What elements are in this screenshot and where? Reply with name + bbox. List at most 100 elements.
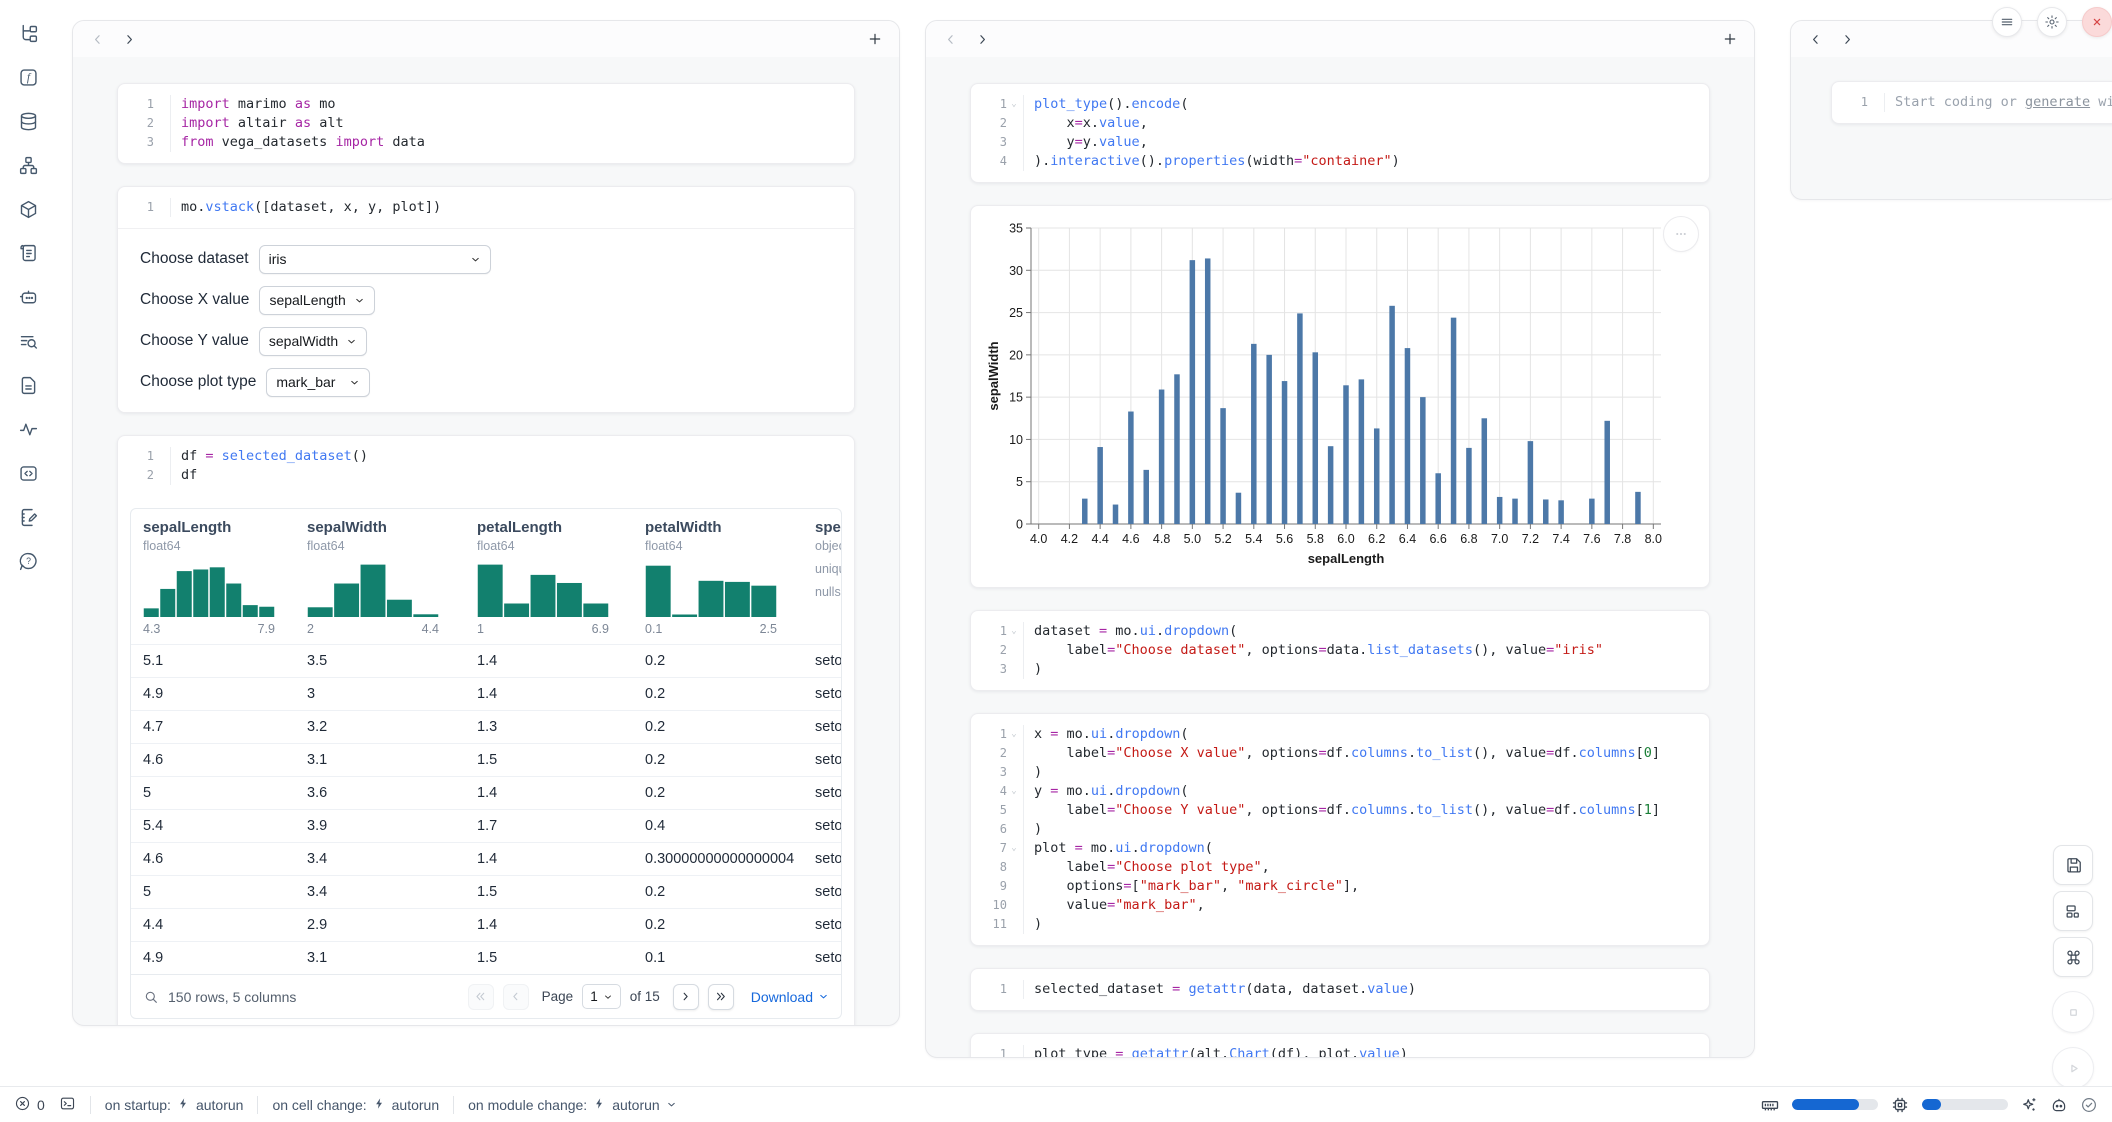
code-line[interactable]: 2df (118, 466, 854, 485)
code-editor[interactable]: 1import marimo as mo2import altair as al… (118, 84, 854, 163)
editor-placeholder[interactable]: Start coding or generate with (1884, 93, 2112, 112)
hierarchy-icon[interactable] (13, 150, 43, 180)
ai-sparkles-button[interactable] (2020, 1096, 2038, 1114)
column-name[interactable]: sepalWidth (307, 519, 453, 536)
code-line[interactable]: 1⌄x = mo.ui.dropdown( (971, 725, 1709, 744)
cell-plot-type[interactable]: 1plot_type = getattr(alt.Chart(df), plot… (970, 1033, 1710, 1058)
code-line[interactable]: 4).interactive().properties(width="conta… (971, 152, 1709, 171)
notebook-edit-icon[interactable] (13, 502, 43, 532)
run-mode-3[interactable]: on module change:autorun (468, 1097, 677, 1113)
table-row[interactable]: 4.931.40.2setos (131, 677, 841, 710)
search-list-icon[interactable] (13, 326, 43, 356)
code-editor[interactable]: 1df = selected_dataset()2df (118, 436, 854, 496)
choose-plot-type-select[interactable]: mark_bar (266, 368, 370, 397)
settings-button[interactable] (2037, 7, 2067, 37)
table-row[interactable]: 4.93.11.50.1setos (131, 941, 841, 974)
document-icon[interactable] (13, 370, 43, 400)
table-row[interactable]: 5.13.51.40.2setos (131, 644, 841, 677)
code-editor[interactable]: 1selected_dataset = getattr(data, datase… (971, 969, 1709, 1010)
cell-empty[interactable]: 1 Start coding or generate with (1831, 81, 2112, 124)
save-button[interactable] (2053, 845, 2093, 885)
column-name[interactable]: sepalLength (143, 519, 283, 536)
cell-selected-dataset[interactable]: 1selected_dataset = getattr(data, datase… (970, 968, 1710, 1011)
code-editor[interactable]: 1⌄plot_type().encode(2 x=x.value,3 y=y.v… (971, 84, 1709, 182)
table-row[interactable]: 5.43.91.70.4setos (131, 809, 841, 842)
function-icon[interactable]: f (13, 62, 43, 92)
last-page-button[interactable] (708, 984, 734, 1010)
table-row[interactable]: 4.42.91.40.2setos (131, 908, 841, 941)
column-next-button[interactable] (117, 27, 141, 51)
code-line[interactable]: 4⌄y = mo.ui.dropdown( (971, 782, 1709, 801)
table-row[interactable]: 53.61.40.2setos (131, 776, 841, 809)
stop-button[interactable] (2052, 991, 2094, 1033)
code-line[interactable]: 10 value="mark_bar", (971, 896, 1709, 915)
column-prev-button[interactable] (85, 27, 109, 51)
code-line[interactable]: 7⌄plot = mo.ui.dropdown( (971, 839, 1709, 858)
terminal-button[interactable] (59, 1095, 76, 1115)
choose-y-value-select[interactable]: sepalWidth (259, 327, 367, 356)
column-prev-button[interactable] (1803, 27, 1827, 51)
menu-button[interactable] (1992, 7, 2022, 37)
cell-dataset-dropdown[interactable]: 1⌄dataset = mo.ui.dropdown(2 label="Choo… (970, 610, 1710, 691)
code-line[interactable]: 1mo.vstack([dataset, x, y, plot]) (118, 198, 854, 217)
command-button[interactable] (2053, 937, 2093, 977)
choose-x-value-select[interactable]: sepalLength (259, 286, 374, 315)
code-line[interactable]: 3 y=y.value, (971, 133, 1709, 152)
cell-imports[interactable]: 1import marimo as mo2import altair as al… (117, 83, 855, 164)
code-line[interactable]: 2 label="Choose dataset", options=data.l… (971, 641, 1709, 660)
generate-link[interactable]: generate (2025, 94, 2090, 110)
code-editor[interactable]: 1mo.vstack([dataset, x, y, plot]) (118, 187, 854, 228)
cell-dataframe[interactable]: 1df = selected_dataset()2df sepalLengthf… (117, 435, 855, 1026)
cell-vstack[interactable]: 1mo.vstack([dataset, x, y, plot]) Choose… (117, 186, 855, 413)
code-line[interactable]: 8 label="Choose plot type", (971, 858, 1709, 877)
page-select[interactable]: 1 (582, 984, 621, 1009)
scroll-icon[interactable] (13, 238, 43, 268)
code-line[interactable]: 3) (971, 763, 1709, 782)
code-line[interactable]: 1⌄dataset = mo.ui.dropdown( (971, 622, 1709, 641)
activity-icon[interactable] (13, 414, 43, 444)
cell-plot-code[interactable]: 1⌄plot_type().encode(2 x=x.value,3 y=y.v… (970, 83, 1710, 183)
database-icon[interactable] (13, 106, 43, 136)
table-row[interactable]: 53.41.50.2setos (131, 875, 841, 908)
copilot-button[interactable] (2050, 1096, 2068, 1114)
code-line[interactable]: 3from vega_datasets import data (118, 133, 854, 152)
column-name[interactable]: petalWidth (645, 519, 791, 536)
code-line[interactable]: 2import altair as alt (118, 114, 854, 133)
code-line[interactable]: 2 label="Choose X value", options=df.col… (971, 744, 1709, 763)
search-icon[interactable] (143, 989, 159, 1005)
code-line[interactable]: 1plot_type = getattr(alt.Chart(df), plot… (971, 1045, 1709, 1058)
error-indicator[interactable]: 0 (14, 1095, 45, 1115)
bar-chart[interactable]: 051015202530354.04.24.44.64.85.05.25.45.… (985, 218, 1675, 570)
column-name[interactable]: petalLength (477, 519, 621, 536)
next-page-button[interactable] (673, 984, 699, 1010)
code-line[interactable]: 1import marimo as mo (118, 95, 854, 114)
table-row[interactable]: 4.73.21.30.2setos (131, 710, 841, 743)
chart-actions-button[interactable] (1663, 216, 1699, 252)
run-mode-1[interactable]: on startup:autorun (105, 1097, 244, 1113)
close-button[interactable] (2082, 7, 2112, 37)
code-snippet-icon[interactable] (13, 458, 43, 488)
play-button[interactable] (2052, 1047, 2094, 1089)
bot-chat-icon[interactable] (13, 282, 43, 312)
code-line[interactable]: 1df = selected_dataset() (118, 447, 854, 466)
file-tree-icon[interactable] (13, 18, 43, 48)
code-line[interactable]: 3) (971, 660, 1709, 679)
code-editor[interactable]: 1 Start coding or generate with (1832, 82, 2112, 123)
code-editor[interactable]: 1plot_type = getattr(alt.Chart(df), plot… (971, 1034, 1709, 1058)
layout-button[interactable] (2053, 891, 2093, 931)
column-next-button[interactable] (970, 27, 994, 51)
code-editor[interactable]: 1⌄dataset = mo.ui.dropdown(2 label="Choo… (971, 611, 1709, 690)
cell-xy-plot-dropdowns[interactable]: 1⌄x = mo.ui.dropdown(2 label="Choose X v… (970, 713, 1710, 946)
code-line[interactable]: 6) (971, 820, 1709, 839)
add-cell-button[interactable] (1718, 27, 1742, 51)
code-line[interactable]: 5 label="Choose Y value", options=df.col… (971, 801, 1709, 820)
code-line[interactable]: 2 x=x.value, (971, 114, 1709, 133)
code-line[interactable]: 1selected_dataset = getattr(data, datase… (971, 980, 1709, 999)
column-prev-button[interactable] (938, 27, 962, 51)
prev-page-button[interactable] (503, 984, 529, 1010)
run-mode-2[interactable]: on cell change:autorun (272, 1097, 439, 1113)
code-line[interactable]: 9 options=["mark_bar", "mark_circle"], (971, 877, 1709, 896)
choose-dataset-select[interactable]: iris (259, 245, 491, 274)
column-next-button[interactable] (1835, 27, 1859, 51)
connection-status-icon[interactable] (2080, 1096, 2098, 1114)
